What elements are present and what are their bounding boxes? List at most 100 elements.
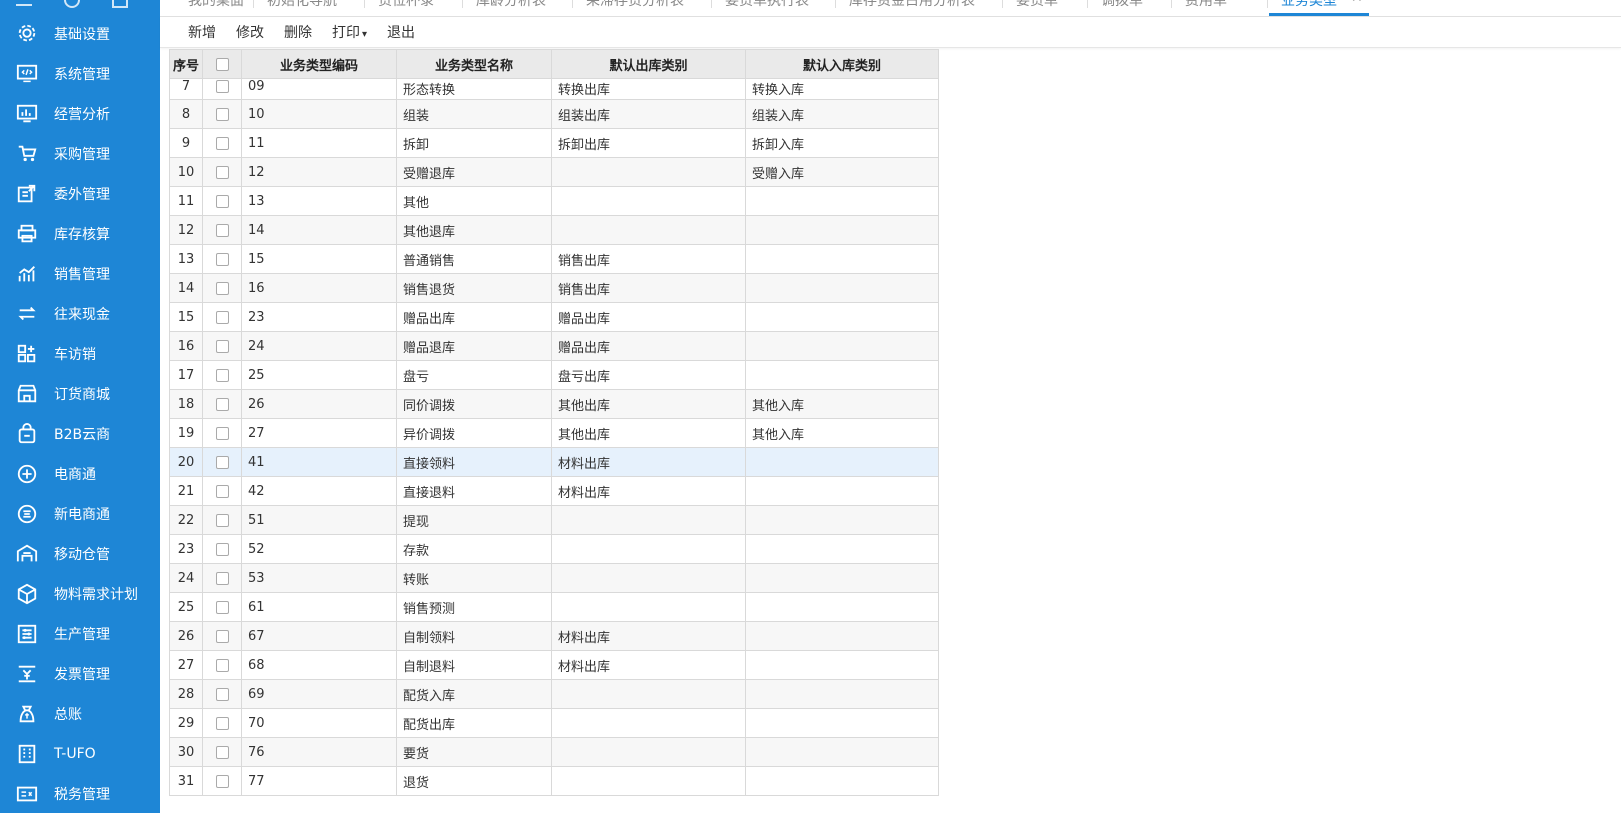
cell-in-type[interactable] — [745, 679, 939, 709]
checkbox-icon[interactable] — [215, 397, 229, 411]
table-row[interactable]: 28 69 配货入库 — [169, 679, 939, 709]
cell-out-type[interactable] — [551, 679, 746, 709]
sidebar-item[interactable]: 基础设置 — [0, 14, 160, 54]
sidebar-item[interactable]: 经营分析 — [0, 94, 160, 134]
cell-name[interactable]: 其他 — [396, 186, 552, 216]
checkbox-icon[interactable] — [215, 136, 229, 150]
table-row[interactable]: 21 42 直接退料 材料出库 — [169, 476, 939, 506]
cell-out-type[interactable] — [551, 592, 746, 622]
checkbox-icon[interactable] — [215, 339, 229, 353]
tab[interactable]: 库龄分析表 — [476, 0, 546, 10]
sidebar-item[interactable]: 总账 — [0, 694, 160, 734]
cell-name[interactable]: 受赠退库 — [396, 157, 552, 187]
row-checkbox[interactable] — [202, 737, 242, 767]
cell-name[interactable]: 要货 — [396, 737, 552, 767]
table-row[interactable]: 17 25 盘亏 盘亏出库 — [169, 360, 939, 390]
cell-out-type[interactable] — [551, 186, 746, 216]
cell-out-type[interactable] — [551, 766, 746, 796]
cell-code[interactable]: 42 — [241, 476, 397, 506]
table-row[interactable]: 10 12 受赠退库 受赠入库 — [169, 157, 939, 187]
tab[interactable]: 要货单 — [1016, 0, 1058, 10]
cell-out-type[interactable]: 拆卸出库 — [551, 128, 746, 158]
checkbox-icon[interactable] — [215, 745, 229, 759]
checkbox-icon[interactable] — [215, 426, 229, 440]
cell-out-type[interactable]: 材料出库 — [551, 476, 746, 506]
cell-name[interactable]: 盘亏 — [396, 360, 552, 390]
row-checkbox[interactable] — [202, 766, 242, 796]
export-icon[interactable] — [112, 0, 128, 8]
checkbox-icon[interactable] — [215, 223, 229, 237]
print-button[interactable]: 打印 ▾ — [332, 22, 367, 42]
checkbox-icon[interactable] — [215, 281, 229, 295]
tab[interactable]: 呆滞存货分析表 — [586, 0, 684, 10]
cell-out-type[interactable]: 其他出库 — [551, 389, 746, 419]
row-checkbox[interactable] — [202, 708, 242, 738]
cell-code[interactable]: 09 — [241, 78, 397, 100]
row-checkbox[interactable] — [202, 534, 242, 564]
cell-code[interactable]: 10 — [241, 99, 397, 129]
cell-in-type[interactable]: 受赠入库 — [745, 157, 939, 187]
sidebar-item[interactable]: B2B云商 — [0, 414, 160, 454]
cell-out-type[interactable] — [551, 708, 746, 738]
cell-code[interactable]: 67 — [241, 621, 397, 651]
table-row[interactable]: 23 52 存款 — [169, 534, 939, 564]
cell-in-type[interactable] — [745, 621, 939, 651]
cell-code[interactable]: 14 — [241, 215, 397, 245]
cell-in-type[interactable] — [745, 215, 939, 245]
cell-name[interactable]: 赠品出库 — [396, 302, 552, 332]
cell-in-type[interactable] — [745, 592, 939, 622]
table-row[interactable]: 7 09 形态转换 转换出库 转换入库 — [169, 78, 939, 100]
cell-out-type[interactable]: 转换出库 — [551, 78, 746, 100]
sidebar-item[interactable]: 物料需求计划 — [0, 574, 160, 614]
cell-in-type[interactable] — [745, 273, 939, 303]
cell-code[interactable]: 41 — [241, 447, 397, 477]
header-name[interactable]: 业务类型名称 — [396, 49, 552, 79]
table-row[interactable]: 25 61 销售预测 — [169, 592, 939, 622]
header-index[interactable]: 序号 — [169, 49, 203, 79]
cell-out-type[interactable]: 材料出库 — [551, 650, 746, 680]
cell-code[interactable]: 68 — [241, 650, 397, 680]
cell-in-type[interactable]: 其他入库 — [745, 389, 939, 419]
header-out-type[interactable]: 默认出库类别 — [551, 49, 746, 79]
table-row[interactable]: 22 51 提现 — [169, 505, 939, 535]
cell-code[interactable]: 12 — [241, 157, 397, 187]
checkbox-icon[interactable] — [215, 600, 229, 614]
sidebar-item[interactable]: 新电商通 — [0, 494, 160, 534]
cell-code[interactable]: 51 — [241, 505, 397, 535]
cell-name[interactable]: 自制领料 — [396, 621, 552, 651]
sidebar-item[interactable]: 库存核算 — [0, 214, 160, 254]
cell-name[interactable]: 存款 — [396, 534, 552, 564]
row-checkbox[interactable] — [202, 418, 242, 448]
table-row[interactable]: 8 10 组装 组装出库 组装入库 — [169, 99, 939, 129]
cell-code[interactable]: 70 — [241, 708, 397, 738]
table-row[interactable]: 9 11 拆卸 拆卸出库 拆卸入库 — [169, 128, 939, 158]
checkbox-icon[interactable] — [215, 80, 229, 93]
table-row[interactable]: 27 68 自制退料 材料出库 — [169, 650, 939, 680]
new-button[interactable]: 新增 — [188, 22, 216, 42]
checkbox-icon[interactable] — [215, 484, 229, 498]
table-row[interactable]: 14 16 销售退货 销售出库 — [169, 273, 939, 303]
close-icon[interactable]: ✕ — [1351, 0, 1363, 6]
sidebar-item[interactable]: 系统管理 — [0, 54, 160, 94]
tab[interactable]: 业务类型 — [1281, 0, 1337, 10]
cell-in-type[interactable] — [745, 476, 939, 506]
tab[interactable]: 我的桌面 — [188, 0, 244, 10]
cell-name[interactable]: 直接退料 — [396, 476, 552, 506]
sidebar-item[interactable]: 销售管理 — [0, 254, 160, 294]
cell-in-type[interactable]: 其他入库 — [745, 418, 939, 448]
cell-out-type[interactable]: 赠品出库 — [551, 302, 746, 332]
cell-in-type[interactable] — [745, 708, 939, 738]
cell-in-type[interactable] — [745, 737, 939, 767]
cell-in-type[interactable] — [745, 244, 939, 274]
edit-button[interactable]: 修改 — [236, 22, 264, 42]
tab[interactable]: 初始化导航 — [267, 0, 337, 10]
cell-name[interactable]: 赠品退库 — [396, 331, 552, 361]
checkbox-icon[interactable] — [215, 774, 229, 788]
table-row[interactable]: 24 53 转账 — [169, 563, 939, 593]
checkbox-icon[interactable] — [215, 687, 229, 701]
table-row[interactable]: 16 24 赠品退库 赠品出库 — [169, 331, 939, 361]
table-row[interactable]: 12 14 其他退库 — [169, 215, 939, 245]
sidebar-item[interactable]: 往来现金 — [0, 294, 160, 334]
cell-out-type[interactable]: 销售出库 — [551, 273, 746, 303]
cell-code[interactable]: 77 — [241, 766, 397, 796]
